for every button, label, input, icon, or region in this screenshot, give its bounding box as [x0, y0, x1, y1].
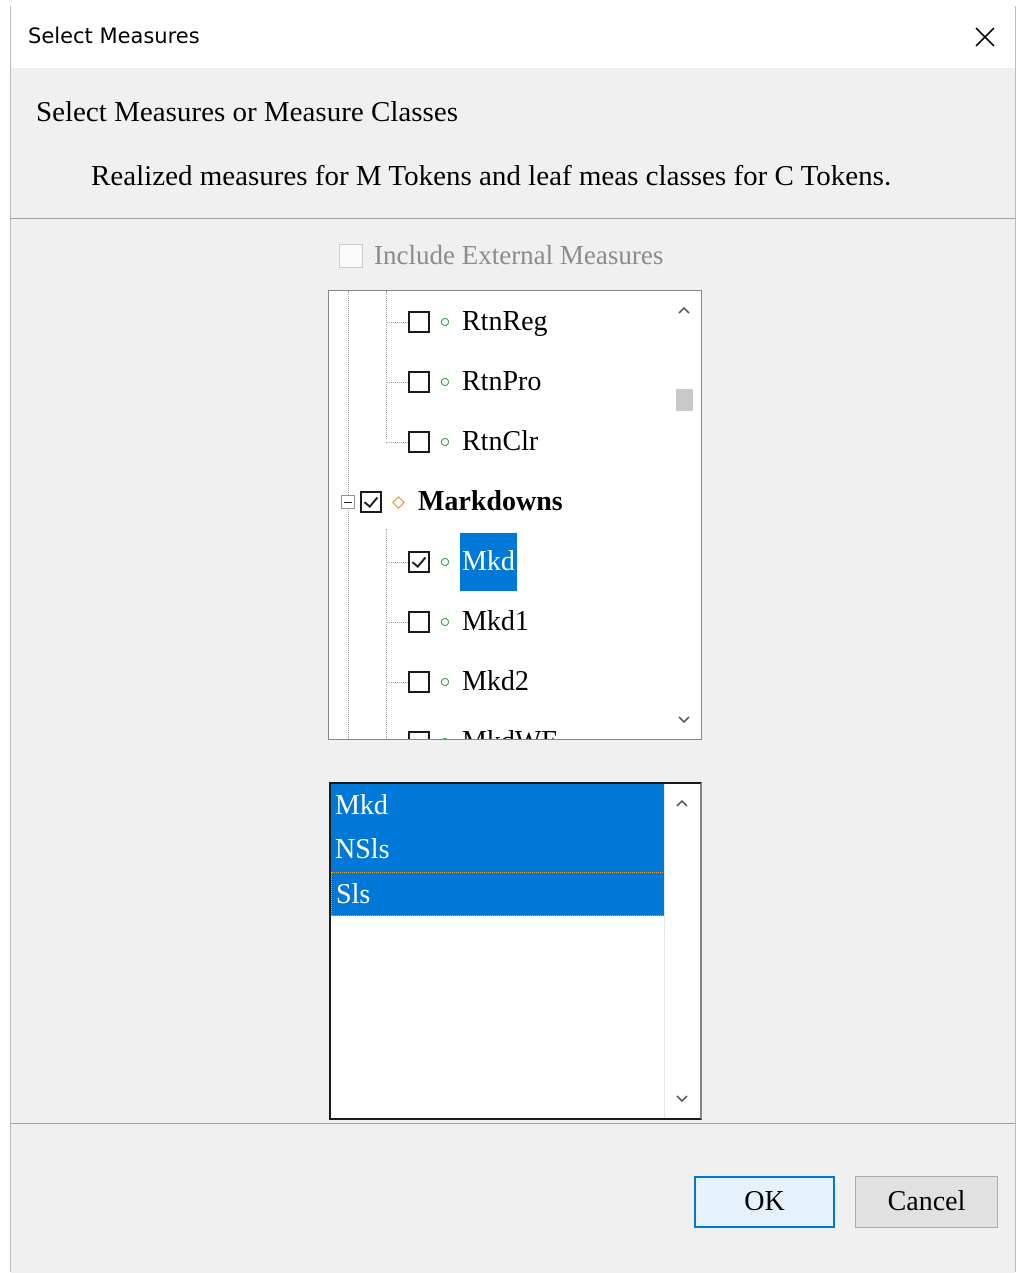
list-scrollbar[interactable]	[664, 784, 700, 1118]
cancel-button[interactable]: Cancel	[855, 1176, 998, 1228]
node-label: RtnReg	[462, 306, 548, 337]
class-diamond-icon	[392, 495, 405, 509]
scroll-down-button[interactable]	[665, 1082, 699, 1116]
tree-content: RtnReg RtnPro RtnClr Markdowns Mkd Mkd1 …	[329, 291, 667, 739]
node-checkbox[interactable]	[408, 431, 430, 453]
node-checkbox[interactable]	[408, 611, 430, 633]
selected-measures-list[interactable]: Mkd NSls Sls	[329, 782, 702, 1120]
node-label: RtnClr	[462, 426, 539, 457]
node-checkbox[interactable]	[408, 371, 430, 393]
node-checkbox[interactable]	[360, 491, 382, 513]
dialog-subheading: Realized measures for M Tokens and leaf …	[91, 160, 892, 192]
tree-node-markdowns[interactable]: Markdowns	[341, 477, 565, 527]
include-external-row: Include External Measures	[339, 240, 663, 271]
node-checkbox[interactable]	[408, 311, 430, 333]
chevron-down-icon	[676, 1095, 688, 1103]
scroll-down-button[interactable]	[667, 703, 701, 737]
node-label: Markdowns	[418, 486, 563, 517]
node-label: Mkd	[460, 533, 517, 591]
tree-node-rtnclr[interactable]: RtnClr	[386, 417, 540, 467]
tree-scrollbar[interactable]	[667, 291, 701, 739]
tree-node-mkd2[interactable]: Mkd2	[386, 657, 531, 707]
measure-circle-icon	[441, 378, 449, 386]
window-title: Select Measures	[28, 24, 200, 48]
include-external-label: Include External Measures	[374, 240, 664, 270]
select-measures-dialog: Select Measures Select Measures or Measu…	[10, 6, 1016, 1273]
node-label: MkdWE	[460, 713, 560, 739]
measure-circle-icon	[441, 558, 449, 566]
tree-node-mkd1[interactable]: Mkd1	[386, 597, 531, 647]
scroll-thumb[interactable]	[676, 389, 693, 411]
list-items: Mkd NSls Sls	[331, 784, 665, 916]
collapse-toggle[interactable]	[341, 495, 355, 509]
tree-node-mkd[interactable]: Mkd	[386, 533, 517, 591]
tree-node-rtnreg[interactable]: RtnReg	[386, 297, 550, 347]
close-icon	[975, 27, 995, 47]
scroll-up-button[interactable]	[665, 786, 699, 820]
close-button[interactable]	[955, 6, 1015, 68]
dialog-heading: Select Measures or Measure Classes	[36, 96, 458, 128]
scroll-up-button[interactable]	[667, 293, 701, 327]
chevron-up-icon	[678, 306, 690, 314]
measure-tree[interactable]: RtnReg RtnPro RtnClr Markdowns Mkd Mkd1 …	[328, 290, 702, 740]
measure-circle-icon	[441, 618, 449, 626]
node-checkbox[interactable]	[408, 731, 430, 739]
title-bar: Select Measures	[11, 6, 1015, 68]
measure-circle-icon	[441, 438, 449, 446]
list-item[interactable]: Mkd	[331, 784, 665, 828]
chevron-down-icon	[678, 716, 690, 724]
node-label: Mkd2	[462, 666, 529, 697]
include-external-checkbox[interactable]	[339, 243, 363, 268]
ok-button[interactable]: OK	[694, 1176, 835, 1228]
tree-node-mkdwe[interactable]: MkdWE	[386, 717, 560, 739]
node-label: RtnPro	[462, 366, 542, 397]
node-checkbox[interactable]	[408, 551, 430, 573]
measure-circle-icon	[441, 678, 449, 686]
chevron-up-icon	[676, 799, 688, 807]
node-checkbox[interactable]	[408, 671, 430, 693]
measure-circle-icon	[441, 318, 449, 326]
header-area: Select Measures or Measure Classes Reali…	[11, 68, 1015, 219]
list-item[interactable]: NSls	[331, 828, 665, 872]
list-item[interactable]: Sls	[331, 872, 665, 916]
tree-node-rtnpro[interactable]: RtnPro	[386, 357, 543, 407]
node-label: Mkd1	[462, 606, 529, 637]
measure-circle-icon	[441, 738, 449, 739]
